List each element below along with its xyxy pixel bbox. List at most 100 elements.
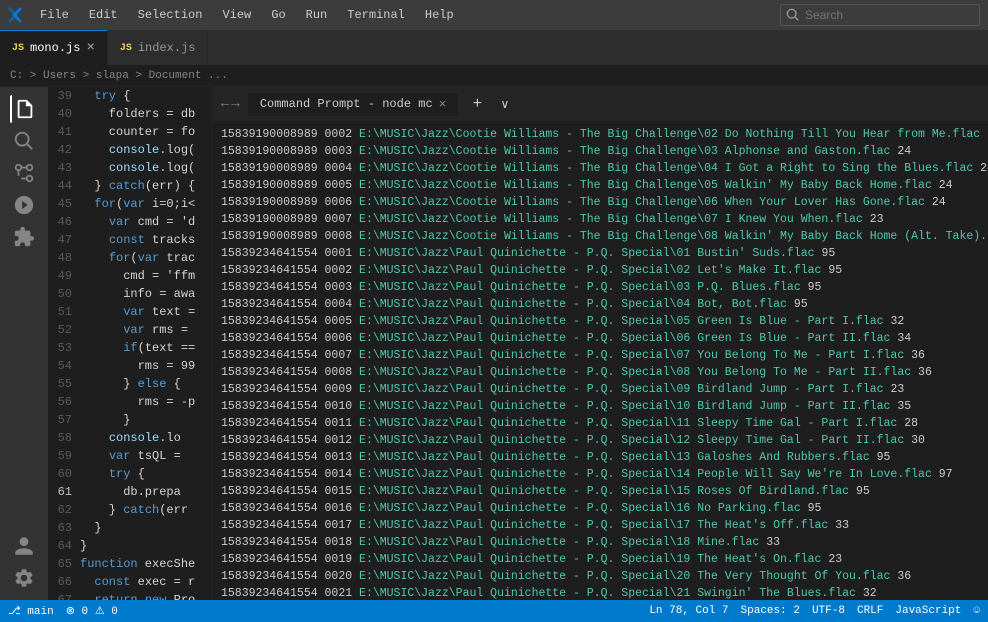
terminal-add-button[interactable]: + [466, 93, 488, 115]
terminal-line: 15839234641554 0009 E:\MUSIC\Jazz\Paul Q… [221, 381, 980, 398]
editor-area: 3940414243444546474849505152535455565758… [48, 87, 988, 600]
code-line: console.log( [80, 141, 208, 159]
terminal-line: 15839190008989 0003 E:\MUSIC\Jazz\Cootie… [221, 143, 980, 160]
js-icon-index: JS [120, 43, 132, 54]
terminal-tab-label: Command Prompt - node mc [260, 97, 433, 111]
code-line: var rms = [80, 321, 208, 339]
code-line: return new Pro [80, 591, 208, 600]
code-content: 3940414243444546474849505152535455565758… [48, 87, 212, 600]
terminal-line: 15839234641554 0017 E:\MUSIC\Jazz\Paul Q… [221, 517, 980, 534]
status-feedback[interactable]: ☺ [973, 605, 980, 617]
terminal-line: 15839234641554 0005 E:\MUSIC\Jazz\Paul Q… [221, 313, 980, 330]
js-icon-mono: JS [12, 43, 24, 54]
menu-bar-right [780, 4, 980, 26]
terminal-line: 15839190008989 0002 E:\MUSIC\Jazz\Cootie… [221, 126, 980, 143]
breadcrumb-path: C: > Users > slapa > Document ... [10, 70, 228, 82]
code-line: var cmd = 'd [80, 213, 208, 231]
activity-account[interactable] [10, 532, 38, 560]
code-line: for(var i=0;i< [80, 195, 208, 213]
terminal-line: 15839190008989 0007 E:\MUSIC\Jazz\Cootie… [221, 211, 980, 228]
terminal-line: 15839234641554 0006 E:\MUSIC\Jazz\Paul Q… [221, 330, 980, 347]
tab-index-js-label: index.js [138, 41, 196, 55]
terminal-line: 15839234641554 0012 E:\MUSIC\Jazz\Paul Q… [221, 432, 980, 449]
tab-mono-js-close[interactable]: × [86, 41, 94, 55]
line-numbers: 3940414243444546474849505152535455565758… [48, 87, 80, 600]
tab-mono-js[interactable]: JS mono.js × [0, 30, 108, 65]
code-line: for(var trac [80, 249, 208, 267]
terminal-line: 15839234641554 0020 E:\MUSIC\Jazz\Paul Q… [221, 568, 980, 585]
tab-index-js[interactable]: JS index.js [108, 30, 209, 65]
activity-files[interactable] [10, 95, 38, 123]
status-bar-right: Ln 78, Col 7 Spaces: 2 UTF-8 CRLF JavaSc… [649, 605, 980, 617]
terminal-tab-cmd[interactable]: Command Prompt - node mc × [248, 93, 459, 116]
terminal-content[interactable]: 15839190008989 0002 E:\MUSIC\Jazz\Cootie… [213, 122, 988, 600]
code-line: var text = [80, 303, 208, 321]
menu-edit[interactable]: Edit [81, 6, 126, 24]
code-line: db.prepa [80, 483, 208, 501]
app-icon [8, 7, 24, 23]
code-line: var tsQL = [80, 447, 208, 465]
status-language[interactable]: JavaScript [895, 605, 961, 617]
search-input[interactable] [780, 4, 980, 26]
code-line: info = awa [80, 285, 208, 303]
activity-search[interactable] [10, 127, 38, 155]
code-line: rms = -p [80, 393, 208, 411]
activity-settings[interactable] [10, 564, 38, 592]
terminal-line: 15839234641554 0015 E:\MUSIC\Jazz\Paul Q… [221, 483, 980, 500]
terminal-tab-bar: ← → Command Prompt - node mc × + ∨ [213, 87, 988, 122]
terminal-tab-close[interactable]: × [439, 97, 447, 112]
terminal-line: 15839190008989 0005 E:\MUSIC\Jazz\Cootie… [221, 177, 980, 194]
terminal-line: 15839234641554 0019 E:\MUSIC\Jazz\Paul Q… [221, 551, 980, 568]
terminal-line: 15839234641554 0004 E:\MUSIC\Jazz\Paul Q… [221, 296, 980, 313]
code-line: } [80, 537, 208, 555]
search-icon [786, 8, 800, 22]
status-encoding[interactable]: UTF-8 [812, 605, 845, 617]
menu-view[interactable]: View [214, 6, 259, 24]
menu-file[interactable]: File [32, 6, 77, 24]
nav-forward[interactable]: → [231, 96, 239, 112]
activity-bar-bottom [10, 532, 38, 600]
activity-git[interactable] [10, 159, 38, 187]
terminal-line: 15839234641554 0014 E:\MUSIC\Jazz\Paul Q… [221, 466, 980, 483]
code-line: try { [80, 87, 208, 105]
menu-bar: File Edit Selection View Go Run Terminal… [0, 0, 988, 30]
status-branch[interactable]: ⎇ main [8, 604, 54, 618]
activity-extensions[interactable] [10, 223, 38, 251]
terminal-line: 15839234641554 0010 E:\MUSIC\Jazz\Paul Q… [221, 398, 980, 415]
code-line: counter = fo [80, 123, 208, 141]
terminal-more-button[interactable]: ∨ [496, 95, 513, 114]
code-line: const tracks [80, 231, 208, 249]
terminal-line: 15839190008989 0006 E:\MUSIC\Jazz\Cootie… [221, 194, 980, 211]
terminal-line: 15839234641554 0011 E:\MUSIC\Jazz\Paul Q… [221, 415, 980, 432]
code-line: } [80, 411, 208, 429]
nav-back[interactable]: ← [221, 96, 229, 112]
menu-run[interactable]: Run [298, 6, 336, 24]
terminal-line: 15839234641554 0018 E:\MUSIC\Jazz\Paul Q… [221, 534, 980, 551]
menu-bar-left: File Edit Selection View Go Run Terminal… [8, 6, 462, 24]
editor-tab-bar: JS mono.js × JS index.js [0, 30, 988, 65]
code-line: console.log( [80, 159, 208, 177]
menu-terminal[interactable]: Terminal [339, 6, 413, 24]
menu-go[interactable]: Go [263, 6, 293, 24]
breadcrumb: C: > Users > slapa > Document ... [0, 65, 988, 87]
code-line: function execShe [80, 555, 208, 573]
code-line: } catch(err) { [80, 177, 208, 195]
code-line: rms = 99 [80, 357, 208, 375]
code-line: console.lo [80, 429, 208, 447]
status-line-col[interactable]: Ln 78, Col 7 [649, 605, 728, 617]
menu-help[interactable]: Help [417, 6, 462, 24]
terminal-line: 15839234641554 0001 E:\MUSIC\Jazz\Paul Q… [221, 245, 980, 262]
status-spaces[interactable]: Spaces: 2 [741, 605, 800, 617]
activity-debug[interactable] [10, 191, 38, 219]
code-lines[interactable]: try { folders = db counter = fo console.… [80, 87, 212, 600]
status-bar: ⎇ main ⊗ 0 ⚠ 0 Ln 78, Col 7 Spaces: 2 UT… [0, 600, 988, 622]
code-pane: 3940414243444546474849505152535455565758… [48, 87, 213, 600]
status-errors[interactable]: ⊗ 0 ⚠ 0 [66, 604, 118, 618]
status-line-ending[interactable]: CRLF [857, 605, 883, 617]
code-line: try { [80, 465, 208, 483]
terminal-line: 15839234641554 0003 E:\MUSIC\Jazz\Paul Q… [221, 279, 980, 296]
main-layout: 3940414243444546474849505152535455565758… [0, 87, 988, 600]
code-line: const exec = r [80, 573, 208, 591]
nav-arrows: ← → [221, 96, 240, 112]
menu-selection[interactable]: Selection [130, 6, 211, 24]
